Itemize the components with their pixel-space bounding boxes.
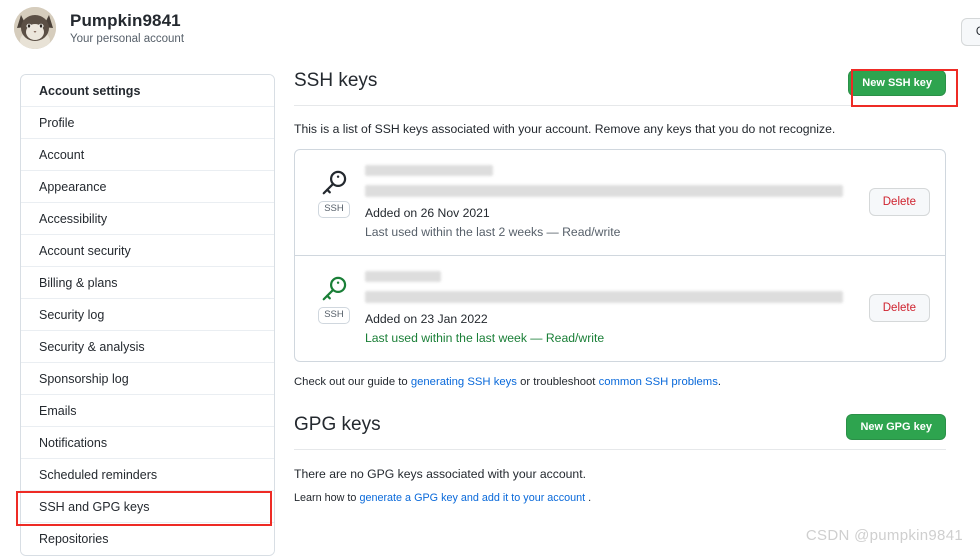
ssh-key-row: SSH Added on 26 Nov 2021 Last used withi…	[295, 150, 945, 256]
settings-page: Pumpkin9841 Your personal account Go to …	[0, 0, 980, 558]
ssh-guide-text: Check out our guide to generating SSH ke…	[294, 376, 946, 388]
gpg-learn-text: Learn how to generate a GPG key and add …	[294, 492, 946, 504]
ssh-key-details: Added on 23 Jan 2022 Last used within th…	[357, 269, 869, 348]
gpg-learn-part1: Learn how to	[294, 491, 360, 504]
ssh-key-details: Added on 26 Nov 2021 Last used within th…	[357, 163, 869, 242]
ssh-key-badge: SSH	[311, 269, 357, 324]
sidebar-header: Account settings	[21, 75, 274, 107]
common-ssh-problems-link[interactable]: common SSH problems	[599, 376, 718, 388]
account-name: Pumpkin9841	[70, 10, 181, 30]
ssh-key-list: SSH Added on 26 Nov 2021 Last used withi…	[294, 149, 946, 362]
go-to-profile-button[interactable]: Go to y	[960, 18, 980, 46]
guide-text-part3: .	[717, 375, 722, 388]
new-ssh-key-button[interactable]: New SSH key	[848, 70, 946, 96]
generate-gpg-key-link[interactable]: generate a GPG key and add it to your ac…	[359, 492, 585, 504]
gpg-learn-part2: .	[585, 491, 592, 504]
settings-sidebar: Account settings Profile Account Appeara…	[20, 74, 275, 556]
guide-text-part2: or troubleshoot	[516, 375, 599, 388]
ssh-key-last-used: Last used within the last 2 weeks — Read…	[365, 224, 621, 239]
ssh-key-fingerprint-redacted	[365, 185, 843, 197]
ssh-keys-header: SSH keys New SSH key	[294, 70, 946, 106]
account-header: Pumpkin9841 Your personal account Go to …	[0, 0, 980, 56]
ssh-keys-title: SSH keys	[294, 70, 378, 91]
generating-ssh-keys-link[interactable]: generating SSH keys	[411, 376, 517, 388]
sidebar-item-accessibility[interactable]: Accessibility	[21, 203, 274, 235]
delete-ssh-key-button[interactable]: Delete	[868, 294, 930, 323]
gpg-keys-title: GPG keys	[294, 413, 381, 435]
watermark: CSDN @pumpkin9841	[805, 527, 963, 544]
sidebar-item-appearance[interactable]: Appearance	[21, 171, 274, 203]
ssh-key-row: SSH Added on 23 Jan 2022 Last used withi…	[295, 256, 945, 361]
account-identity: Pumpkin9841 Your personal account	[70, 10, 184, 47]
gpg-empty-message: There are no GPG keys associated with yo…	[294, 466, 586, 481]
delete-ssh-key-button[interactable]: Delete	[868, 188, 930, 217]
gpg-keys-header: GPG keys New GPG key	[294, 413, 946, 450]
sidebar-item-ssh-and-gpg-keys[interactable]: SSH and GPG keys	[21, 491, 274, 523]
ssh-key-fingerprint-redacted	[365, 290, 843, 303]
cat-avatar-icon	[14, 7, 56, 49]
account-subtitle: Your personal account	[70, 32, 185, 45]
sidebar-item-scheduled-reminders[interactable]: Scheduled reminders	[21, 459, 274, 491]
sidebar-item-security-log[interactable]: Security log	[21, 299, 274, 331]
sidebar-item-emails[interactable]: Emails	[21, 395, 274, 427]
sidebar-item-sponsorship-log[interactable]: Sponsorship log	[21, 363, 274, 395]
sidebar-item-repositories[interactable]: Repositories	[21, 523, 274, 555]
ssh-key-added-date: Added on 23 Jan 2022	[365, 311, 488, 326]
ssh-key-title-redacted	[365, 165, 493, 176]
avatar[interactable]	[14, 7, 56, 49]
key-icon	[322, 276, 347, 301]
new-gpg-key-button[interactable]: New GPG key	[846, 413, 946, 440]
sidebar-item-profile[interactable]: Profile	[21, 107, 274, 139]
sidebar-item-billing-plans[interactable]: Billing & plans	[21, 267, 274, 299]
ssh-type-tag: SSH	[318, 306, 350, 324]
ssh-keys-description: This is a list of SSH keys associated wi…	[294, 122, 836, 136]
ssh-key-badge: SSH	[311, 163, 357, 218]
main-content: SSH keys New SSH key This is a list of S…	[294, 70, 946, 544]
sidebar-item-security-analysis[interactable]: Security & analysis	[21, 331, 274, 363]
sidebar-item-account[interactable]: Account	[21, 139, 274, 171]
guide-text-part1: Check out our guide to	[294, 375, 411, 388]
ssh-key-last-used: Last used within the last week — Read/wr…	[365, 330, 605, 345]
sidebar-item-account-security[interactable]: Account security	[21, 235, 274, 267]
ssh-type-tag: SSH	[318, 201, 350, 218]
ssh-key-added-date: Added on 26 Nov 2021	[365, 206, 490, 220]
key-icon	[322, 170, 347, 195]
ssh-key-title-redacted	[365, 270, 441, 282]
sidebar-item-notifications[interactable]: Notifications	[21, 427, 274, 459]
